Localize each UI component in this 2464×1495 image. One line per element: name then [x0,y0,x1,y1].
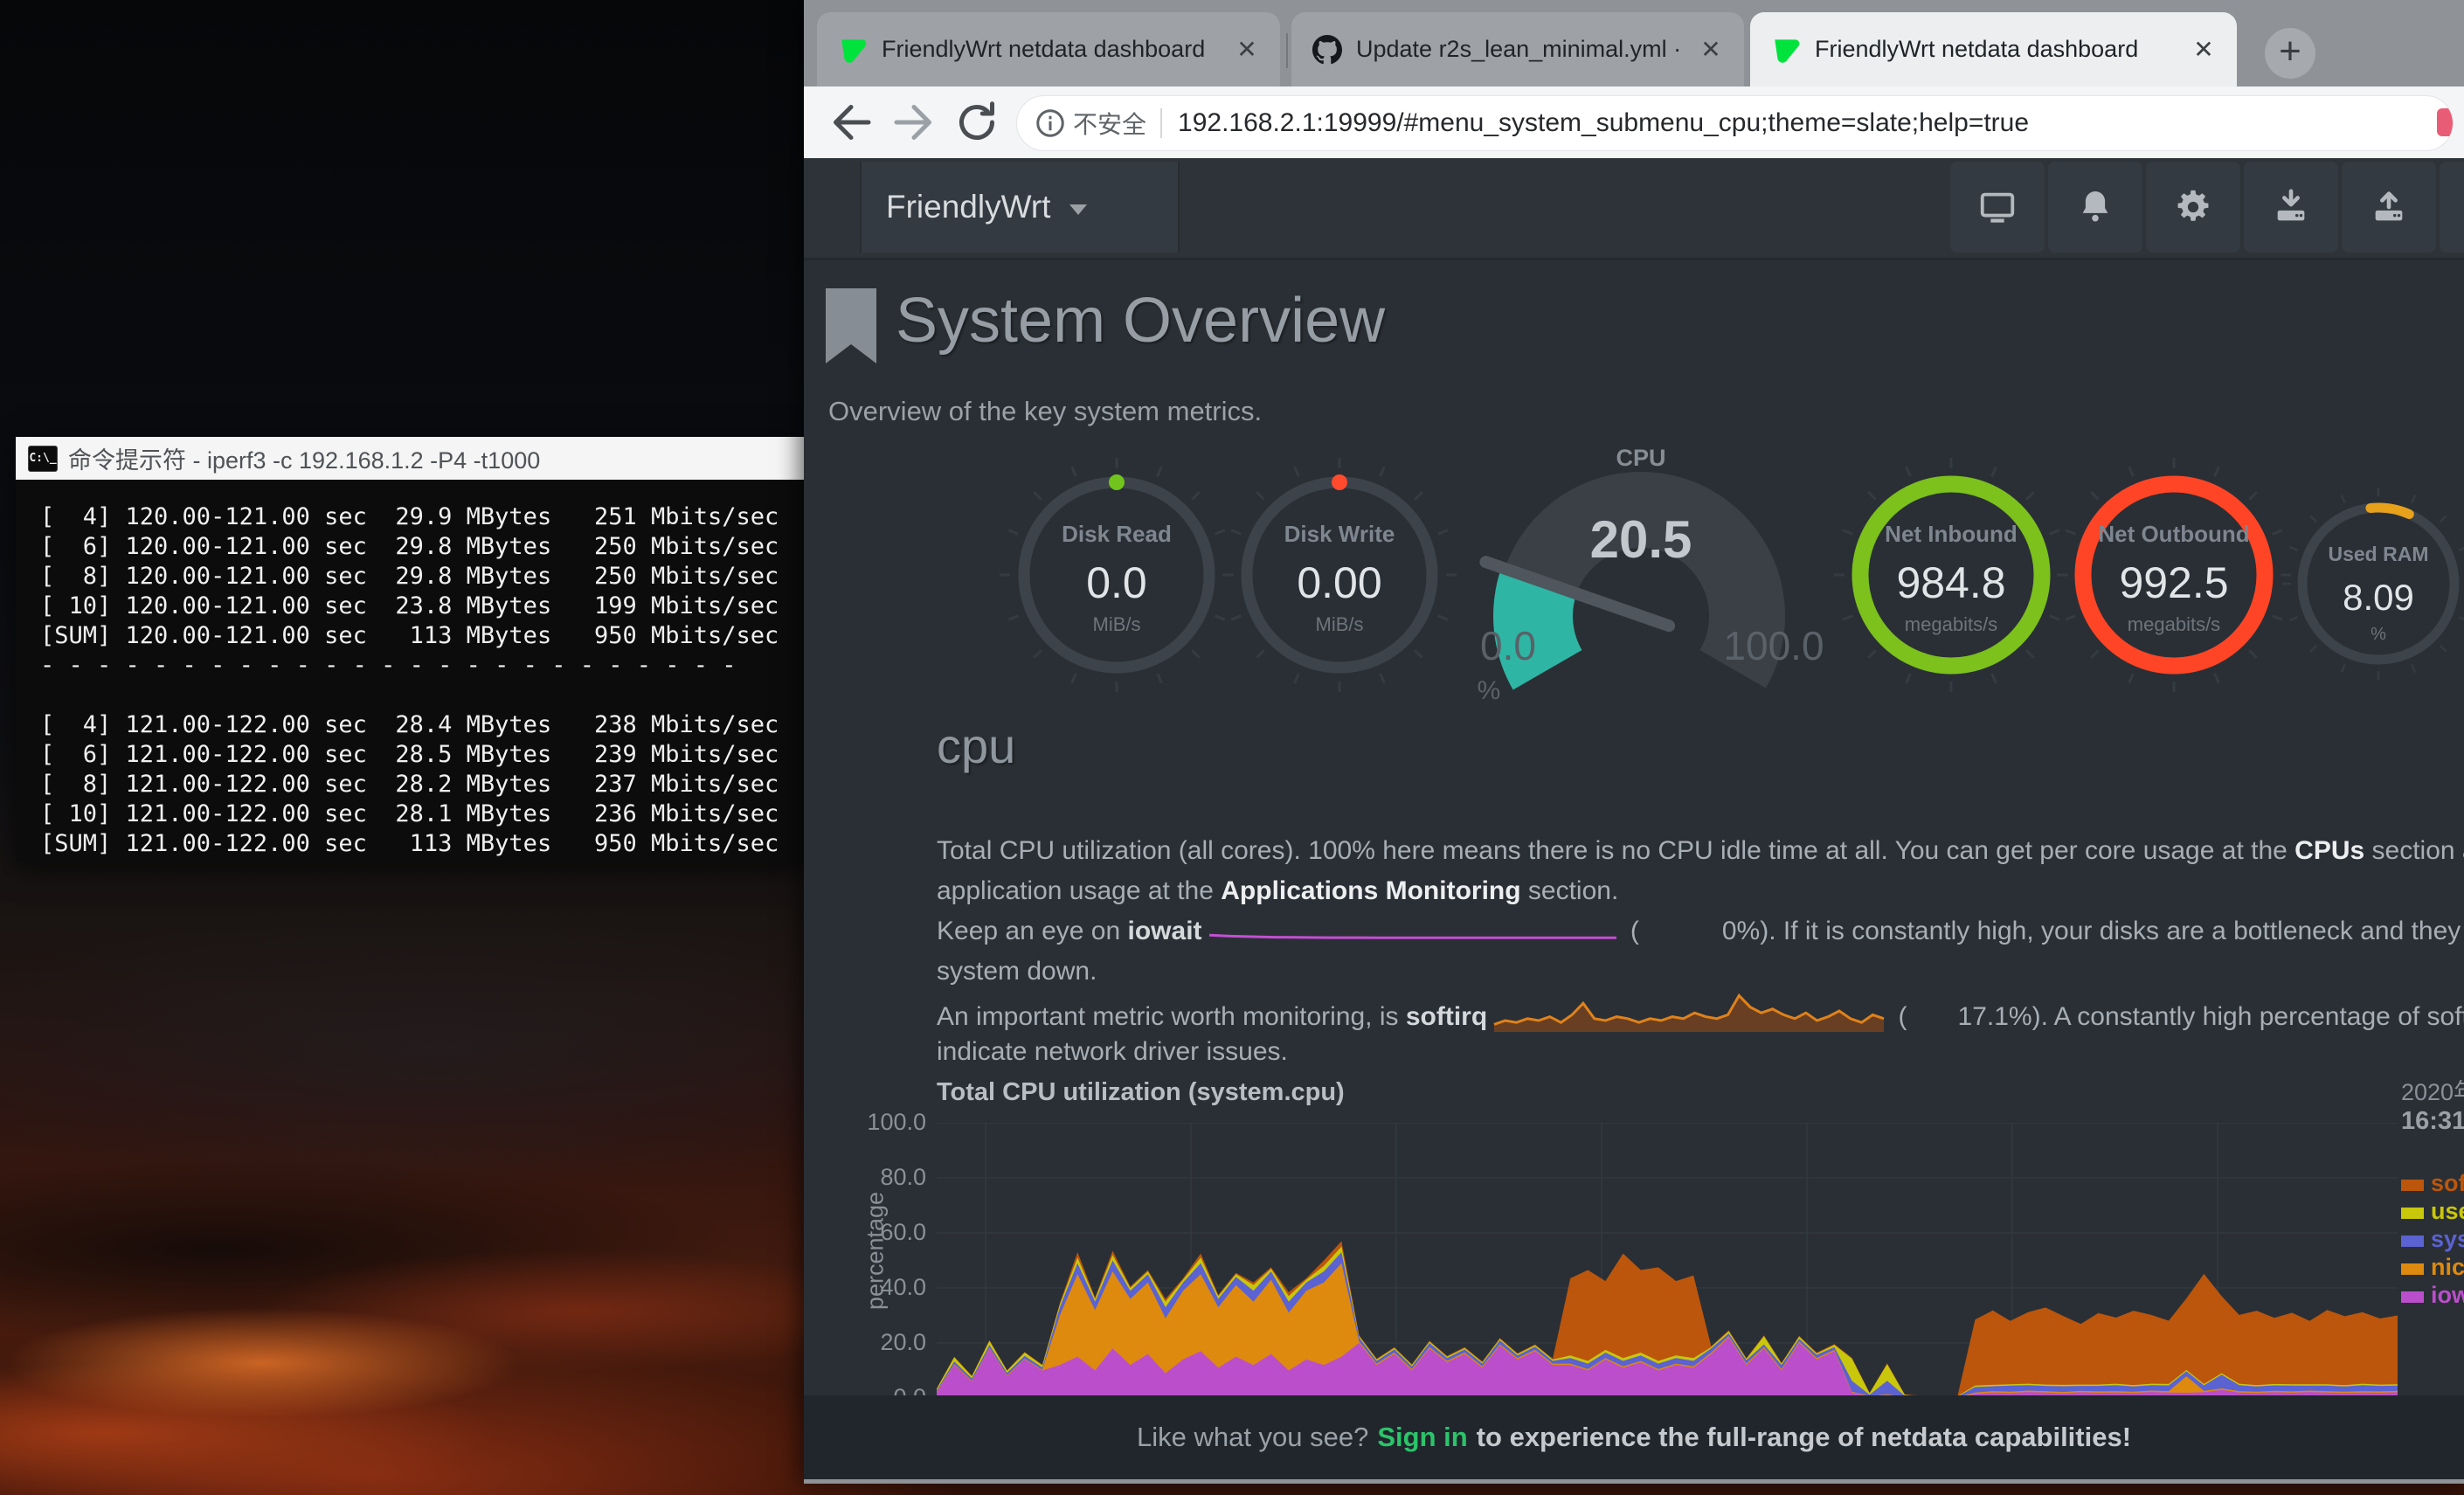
svg-text:0.0: 0.0 [1480,623,1536,668]
legend-item-softirq[interactable]: softirq [2401,1171,2464,1197]
nodes-view-button[interactable] [1950,162,2045,253]
banner-pre: Like what you see? [1137,1422,1368,1453]
back-icon[interactable] [825,96,877,149]
svg-text:megabits/s: megabits/s [2128,613,2220,635]
svg-text:megabits/s: megabits/s [1905,613,1997,635]
svg-text:8.09: 8.09 [2343,577,2414,618]
svg-text:Net Outbound: Net Outbound [2098,521,2249,547]
svg-text:%: % [2371,625,2386,644]
netdata-page: FriendlyWrt [804,158,2464,1484]
alarms-button[interactable] [2048,162,2142,253]
svg-text:CPU: CPU [1616,445,1665,471]
svg-text:%: % [1478,676,1501,703]
settings-button[interactable] [2146,162,2240,253]
import-button[interactable] [2244,162,2338,253]
url-text[interactable]: 192.168.2.1:19999/#menu_system_submenu_c… [1178,108,2453,138]
download-icon [2271,187,2311,227]
cpu-utilization-chart[interactable] [937,1123,2398,1402]
reload-icon[interactable] [951,96,1003,149]
gauge-net-outbound[interactable]: Net Outbound 992.5 megabits/s [2046,447,2301,707]
help-button-partial[interactable] [2440,162,2464,253]
iowait-sparkline [1208,911,1618,953]
softirq-sparkline [1492,992,1886,1044]
tab-netdata-1[interactable]: FriendlyWrt netdata dashboard ✕ [817,12,1280,87]
netdata-header: FriendlyWrt [804,158,2464,260]
signin-banner: Like what you see? Sign in to experience… [804,1395,2464,1479]
inline-link[interactable]: Applications Monitoring [1221,876,1520,905]
chevron-down-icon [1069,204,1087,215]
terminal-output[interactable]: [ 4] 120.00-121.00 sec 29.9 MBytes 251 M… [16,480,805,863]
svg-text:0.0: 0.0 [1086,558,1147,607]
gauge-cpu[interactable]: CPU 20.5 0.0% 100.0 [1457,441,1824,708]
terminal-titlebar[interactable]: C:\_ 命令提示符 - iperf3 -c 192.168.1.2 -P4 -… [16,437,805,480]
monitor-icon [1977,187,2018,227]
inline-link[interactable]: CPUs [2294,836,2364,865]
tab-strip: FriendlyWrt netdata dashboard ✕ Update r… [804,0,2464,87]
svg-text:992.5: 992.5 [2119,558,2228,607]
bookmark-ribbon-icon [826,288,876,368]
browser-window: FriendlyWrt netdata dashboard ✕ Update r… [804,0,2464,1484]
svg-text:Disk Write: Disk Write [1284,521,1395,547]
gear-icon [2173,187,2213,227]
netdata-favicon [838,35,868,65]
gauge-disk-write[interactable]: Disk Write 0.00 MiB/s [1212,447,1467,707]
new-tab-button[interactable]: + [2265,28,2315,79]
gauge-used-ram[interactable]: Used RAM 8.09% [2272,477,2464,695]
tab-close-icon[interactable]: ✕ [1229,35,1264,64]
svg-text:Net Inbound: Net Inbound [1885,521,2018,547]
banner-post: to experience the full-range of netdata … [1477,1422,2131,1453]
address-bar[interactable]: 不安全 192.168.2.1:19999/#menu_system_subme… [1016,95,2454,151]
netdata-favicon [1771,35,1801,65]
cmd-icon: C:\_ [28,446,58,472]
legend-item-iowait[interactable]: iowait [2401,1283,2464,1309]
info-icon[interactable] [1035,107,1066,139]
cpu-section-heading: cpu [937,717,1015,774]
tab-close-icon[interactable]: ✕ [2186,35,2221,64]
gauge-net-inbound[interactable]: Net Inbound 984.8 megabits/s [1824,447,2079,707]
svg-text:MiB/s: MiB/s [1093,613,1141,635]
page-subtitle: Overview of the key system metrics. [828,396,1262,427]
host-dropdown[interactable]: FriendlyWrt [860,162,1180,253]
upload-icon [2369,187,2409,227]
terminal-window[interactable]: C:\_ 命令提示符 - iperf3 -c 192.168.1.2 -P4 -… [16,437,805,863]
window-bottom-edge [804,1479,2464,1484]
tab-close-icon[interactable]: ✕ [1693,35,1728,64]
terminal-title: 命令提示符 - iperf3 -c 192.168.1.2 -P4 -t1000 [68,441,540,475]
hostname: FriendlyWrt [886,189,1050,225]
sign-in-link[interactable]: Sign in [1377,1422,1467,1453]
tab-netdata-2-active[interactable]: FriendlyWrt netdata dashboard ✕ [1750,12,2237,87]
github-favicon [1312,35,1342,65]
svg-text:984.8: 984.8 [1896,558,2005,607]
legend-item-system[interactable]: system [2401,1227,2464,1253]
svg-text:Disk Read: Disk Read [1062,521,1172,547]
svg-text:Used RAM: Used RAM [2328,543,2428,565]
legend-item-user[interactable]: user [2401,1199,2464,1225]
svg-text:MiB/s: MiB/s [1316,613,1364,635]
bell-icon [2075,187,2115,227]
gauge-disk-read[interactable]: Disk Read 0.0 MiB/s [989,447,1244,707]
cpu-description: Total CPU utilization (all cores). 100% … [937,831,2464,1081]
legend-item-nice[interactable]: nice [2401,1255,2464,1281]
security-label[interactable]: 不安全 [1073,106,1146,141]
desktop: C:\_ 命令提示符 - iperf3 -c 192.168.1.2 -P4 -… [0,0,2464,1495]
tab-title: FriendlyWrt netdata dashboard [1815,36,2174,63]
page-title: System Overview [896,285,1385,356]
omnibox-separator [1160,108,1162,138]
export-button[interactable] [2342,162,2436,253]
tab-title: Update r2s_lean_minimal.yml · k [1356,36,1681,63]
browser-toolbar: 不安全 192.168.2.1:19999/#menu_system_subme… [804,87,2464,158]
tab-title: FriendlyWrt netdata dashboard [882,36,1217,63]
forward-icon[interactable] [888,96,940,149]
chart-title: Total CPU utilization (system.cpu) [937,1078,1345,1107]
bookmark-icon[interactable] [2437,108,2454,136]
chart-timestamp: 2020年3 16:31:2 [2401,1078,2464,1136]
svg-text:100.0: 100.0 [1723,623,1824,668]
tab-separator [1286,33,1288,68]
svg-text:20.5: 20.5 [1590,510,1692,569]
tab-github[interactable]: Update r2s_lean_minimal.yml · k ✕ [1291,12,1744,87]
svg-text:0.00: 0.00 [1297,558,1381,607]
